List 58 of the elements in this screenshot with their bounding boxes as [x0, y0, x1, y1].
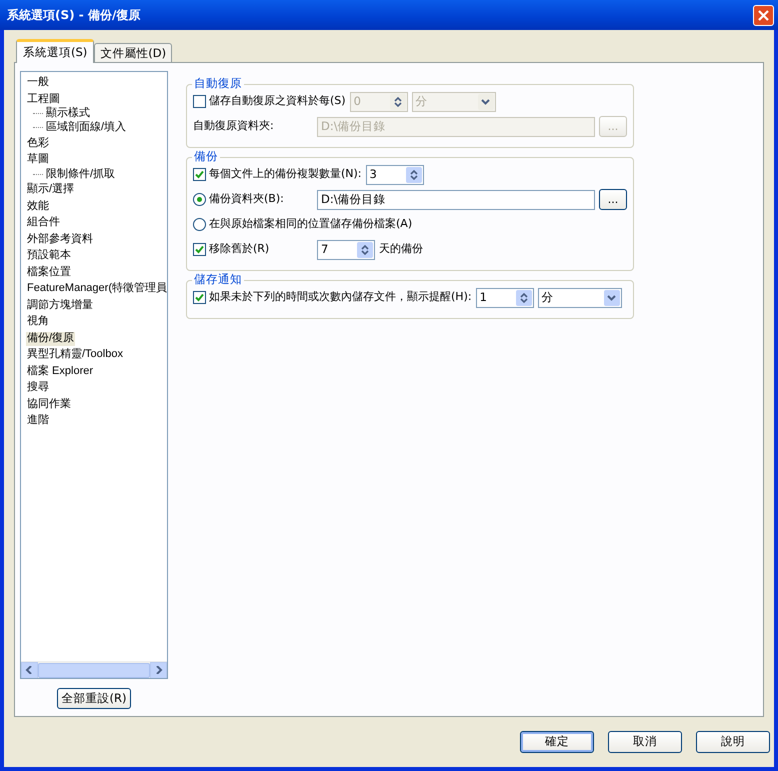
browse-button[interactable]: ... — [599, 189, 627, 210]
tree-item[interactable]: 檔案 Explorer — [26, 364, 94, 379]
dialog-button[interactable]: 說明 — [696, 731, 770, 753]
tree-item[interactable]: 一般 — [26, 76, 50, 90]
tree-item[interactable]: 視角 — [26, 315, 50, 330]
reset-all-button[interactable]: 全部重設(R) — [56, 688, 132, 709]
tree-item[interactable]: 組合件 — [26, 216, 61, 230]
checkmark-icon — [195, 170, 204, 179]
dialog-button[interactable]: 取消 — [608, 731, 682, 753]
spin-field[interactable]: 1 — [476, 288, 534, 308]
checkbox[interactable]: 移除舊於(R) — [193, 241, 313, 258]
scroll-left-icon[interactable] — [25, 666, 34, 674]
field-label: 天的備份 — [379, 241, 423, 258]
tree-item[interactable]: 調節方塊增量 — [26, 298, 94, 313]
checkbox[interactable]: 儲存自動復原之資料於每(S) — [193, 93, 346, 110]
window-title: 系統選項(S) - 備份/復原 — [7, 7, 140, 24]
tab[interactable]: 系統選項(S) — [16, 39, 94, 63]
checkbox[interactable]: 如果未於下列的時間或次數內儲存文件，顯示提醒(H): — [193, 289, 472, 306]
tree-item[interactable]: 限制條件/抓取 — [45, 168, 116, 182]
tab[interactable]: 文件屬性(D) — [94, 43, 172, 62]
tree-item[interactable]: 協同作業 — [26, 398, 72, 412]
group-title: 備份 — [192, 149, 220, 163]
dialog-button[interactable]: 確定 — [520, 731, 594, 753]
tree-item[interactable]: 預設範本 — [26, 249, 72, 264]
folder-path-field[interactable]: D:\備份目錄 — [317, 190, 595, 210]
tree-item[interactable]: 色彩 — [26, 136, 50, 150]
radio-button[interactable]: 在與原始檔案相同的位置儲存備份檔案(A) — [193, 216, 412, 233]
checkmark-icon — [195, 293, 204, 302]
tree-item[interactable]: 效能 — [26, 200, 50, 214]
tree-item[interactable]: 外部參考資料 — [26, 232, 94, 247]
tree-item[interactable]: 工程圖 — [26, 92, 61, 106]
spin-arrows-icon[interactable] — [520, 292, 528, 304]
tree-item[interactable]: 顯示/選擇 — [26, 183, 76, 198]
tree-item[interactable]: 草圖 — [26, 153, 50, 167]
spin-field[interactable]: 7 — [317, 240, 375, 260]
close-button[interactable] — [753, 4, 774, 26]
dropdown[interactable]: 分 — [538, 288, 622, 308]
close-icon — [758, 10, 769, 20]
group-title: 儲存通知 — [192, 272, 244, 286]
tree-item[interactable]: 顯示樣式 — [45, 107, 91, 121]
scroll-right-icon[interactable] — [154, 666, 163, 674]
spin-arrows-icon[interactable] — [361, 244, 369, 256]
tree-item[interactable]: 檔案位置 — [26, 266, 72, 280]
radio-dot-icon — [197, 197, 202, 202]
tree-item[interactable]: 備份/復原 — [26, 332, 76, 346]
checkmark-icon — [195, 245, 204, 254]
horizontal-scrollbar[interactable] — [21, 660, 167, 678]
tree-item[interactable]: 區域剖面線/填入 — [45, 120, 128, 135]
group-title: 自動復原 — [192, 76, 244, 90]
tree-item[interactable]: 搜尋 — [26, 381, 50, 396]
field-label: 自動復原資料夾: — [193, 118, 275, 134]
tree-item[interactable]: FeatureManager(特徵管理員 — [26, 282, 167, 296]
radio-button[interactable]: 備份資料夾(B): — [193, 191, 313, 208]
checkbox[interactable]: 每個文件上的備份複製數量(N): — [193, 166, 362, 183]
tree-item[interactable]: 進階 — [26, 414, 50, 428]
spin-arrows-icon[interactable] — [410, 168, 418, 180]
spin-field[interactable]: 3 — [366, 164, 424, 184]
tree-item[interactable]: 異型孔精靈/Toolbox — [26, 348, 124, 362]
